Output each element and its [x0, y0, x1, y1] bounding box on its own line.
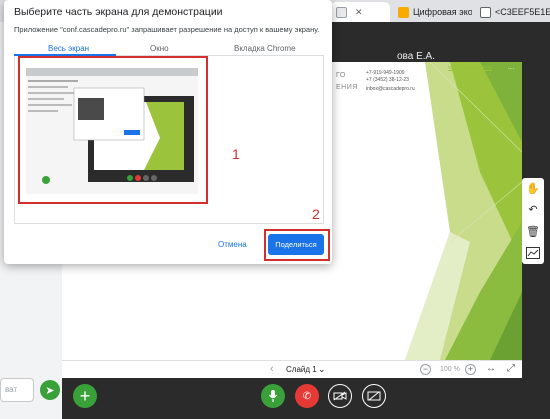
send-button[interactable]: ➤: [40, 380, 60, 400]
slide-graphic: [405, 62, 522, 360]
slide-navigation: ‹ Слайд 1 ⌄ − 100 % + ↔ ⤢: [62, 360, 522, 378]
microphone-icon: [269, 390, 277, 402]
cancel-button[interactable]: Отмена: [218, 240, 247, 249]
tab-entire-screen[interactable]: Весь экран: [48, 44, 89, 53]
add-button[interactable]: +: [73, 384, 97, 408]
screen-picker-dialog: Выберите часть экрана для демонстрации П…: [4, 0, 332, 264]
tab-label: <C3EEF5E1E5F0E...: [495, 7, 550, 17]
send-arrow-icon: ➤: [45, 384, 55, 397]
hand-tool-icon[interactable]: ✋: [525, 180, 541, 196]
chat-input[interactable]: ват: [0, 378, 34, 402]
hang-up-button[interactable]: ✆: [295, 384, 319, 408]
trash-icon[interactable]: 🗑: [525, 223, 541, 239]
screen-share-button[interactable]: [362, 384, 386, 408]
dialog-subtitle: Приложение "conf.cascadepro.ru" запрашив…: [14, 25, 320, 34]
slide-site-link[interactable]: www.cascadepro.ru: [448, 65, 492, 71]
fit-width-icon[interactable]: ↔: [486, 363, 496, 374]
slide-email: inbox@cascadepro.ru: [366, 86, 415, 92]
presenter-name: ова Е.А.: [397, 51, 435, 62]
browser-tab-digital-economy[interactable]: Цифровая эконо: [392, 2, 472, 22]
annotation-number-2: 2: [312, 206, 320, 222]
annotation-number-1: 1: [232, 146, 240, 162]
screen-preview: [26, 68, 198, 194]
slide-label[interactable]: Слайд 1: [286, 365, 317, 374]
browser-tab-active[interactable]: ✕: [330, 2, 390, 22]
tab-chrome-tab[interactable]: Вкладка Chrome: [234, 44, 296, 53]
zoom-in-icon[interactable]: +: [465, 364, 476, 375]
dialog-title: Выберите часть экрана для демонстрации: [14, 6, 223, 18]
slide-dropdown-icon[interactable]: ⌄: [318, 364, 326, 375]
share-button[interactable]: Поделиться: [268, 234, 324, 255]
slide-word-1: ГО: [336, 72, 346, 79]
microphone-button[interactable]: [261, 384, 285, 408]
presentation-slide: +7-919-949-1909 +7 (3452) 38-12-23 inbox…: [330, 62, 522, 360]
phone-line-1: +7-919-949-1909: [366, 70, 405, 76]
undo-icon[interactable]: ↶: [525, 201, 541, 217]
fullscreen-icon[interactable]: ⤢: [507, 363, 515, 374]
annotation-toolbar: ✋ ↶ 🗑: [522, 178, 544, 264]
camera-button[interactable]: [328, 384, 352, 408]
slide-phone: +7-919-949-1909 +7 (3452) 38-12-23: [366, 70, 409, 84]
close-tab-icon[interactable]: ✕: [355, 7, 363, 18]
screen-thumbnail[interactable]: [18, 56, 208, 204]
slide-menu-button[interactable]: …: [504, 64, 518, 74]
browser-tab-document[interactable]: <C3EEF5E1E5F0E...: [474, 2, 550, 22]
chart-tool-icon[interactable]: [525, 245, 541, 261]
camera-off-icon: [333, 391, 347, 401]
screen-preview-graphic: [26, 68, 198, 194]
zoom-level: 100 %: [440, 366, 460, 373]
tab-label: Цифровая эконо: [413, 7, 472, 17]
phone-icon: ✆: [302, 390, 312, 402]
screen-share-icon: [367, 391, 381, 401]
digital-icon: [398, 6, 409, 18]
slide-word-2: ЕНИЯ: [336, 84, 358, 91]
phone-line-2: +7 (3452) 38-12-23: [366, 77, 409, 83]
previous-slide-icon[interactable]: ‹: [270, 363, 274, 375]
pen-icon: [336, 6, 347, 18]
document-icon: [480, 6, 491, 18]
tab-window[interactable]: Окно: [150, 44, 169, 53]
zoom-out-icon[interactable]: −: [420, 364, 431, 375]
